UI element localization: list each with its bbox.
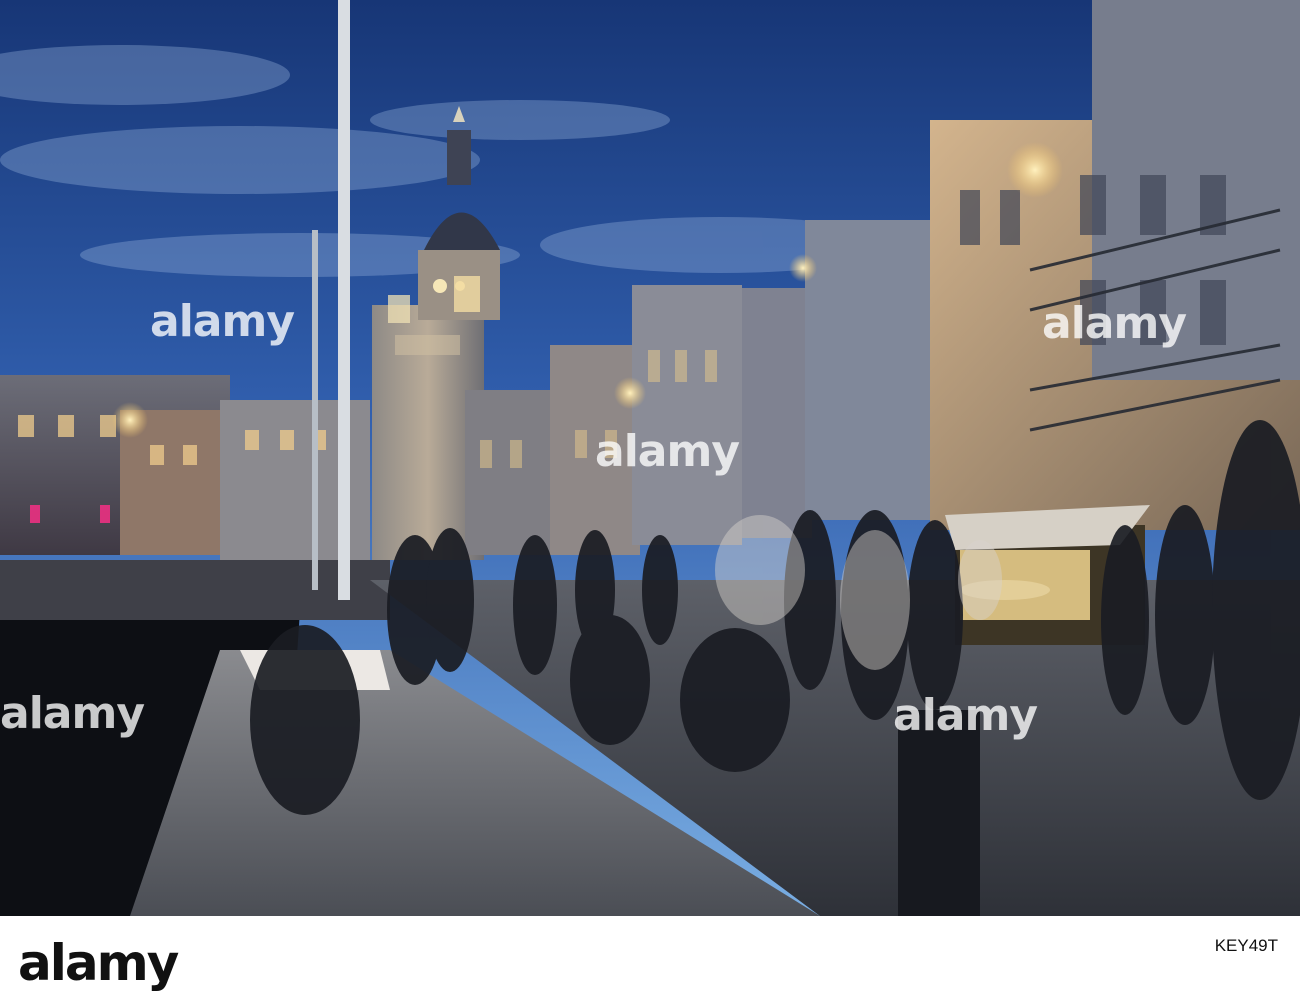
scene-illustration <box>0 0 1300 916</box>
photo-scene <box>0 0 1300 916</box>
footer-bar: alamy <box>0 916 1300 1005</box>
footer-logo: alamy <box>18 934 179 992</box>
image-id: KEY49T <box>1214 936 1278 955</box>
